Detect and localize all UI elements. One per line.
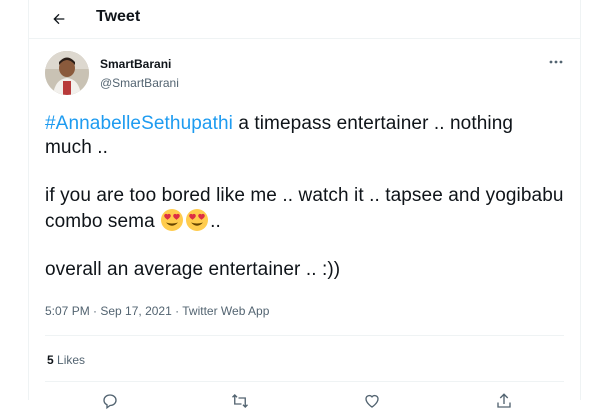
action-bar [45, 392, 564, 412]
author-handle[interactable]: @SmartBarani [100, 76, 179, 90]
heart-eyes-emoji-icon [186, 209, 209, 231]
likes-link[interactable]: 5 Likes [47, 353, 85, 367]
tweet-paragraph-3: overall an average entertainer .. :)) [45, 258, 565, 282]
back-button[interactable] [47, 7, 71, 31]
heart-eyes-emoji-icon [161, 209, 184, 231]
arrow-left-icon [53, 13, 65, 25]
author-name[interactable]: SmartBarani [100, 57, 171, 71]
share-icon [497, 393, 511, 408]
tweet-time[interactable]: 5:07 PM [45, 304, 90, 318]
avatar[interactable] [45, 51, 89, 95]
reply-icon [103, 394, 117, 410]
tweet-column: Tweet SmartBarani @SmartBarani #Annabell… [28, 0, 581, 410]
tweet-meta: 5:07 PM · Sep 17, 2021 · Twitter Web App [45, 304, 269, 318]
divider [45, 335, 564, 336]
tweet-paragraph-2: if you are too bored like me .. watch it… [45, 184, 565, 234]
reply-button[interactable] [101, 392, 123, 414]
tweet-source[interactable]: Twitter Web App [182, 304, 269, 318]
divider [45, 381, 564, 382]
meta-separator: · [171, 304, 183, 318]
page-title: Tweet [96, 8, 141, 25]
retweet-icon [232, 394, 248, 408]
tweet-header: Tweet [29, 0, 580, 39]
retweet-button[interactable] [231, 392, 253, 414]
likes-label: Likes [57, 353, 86, 367]
heart-icon [365, 394, 379, 408]
tweet-line2-end: .. [210, 211, 221, 232]
tweet-date[interactable]: Sep 17, 2021 [100, 304, 171, 318]
likes-count: 5 [47, 353, 54, 367]
tweet-line3-text: overall an average entertainer .. :)) [45, 259, 341, 280]
avatar-image [45, 51, 89, 95]
hashtag-link[interactable]: #AnnabelleSethupathi [45, 113, 233, 134]
tweet-paragraph-1: #AnnabelleSethupathi a timepass entertai… [45, 112, 565, 160]
meta-separator: · [89, 304, 101, 318]
more-horizontal-icon [549, 60, 563, 64]
share-button[interactable] [495, 392, 517, 414]
tweet-text: #AnnabelleSethupathi a timepass entertai… [45, 112, 565, 282]
tweet-line2-text: if you are too bored like me .. watch it… [45, 185, 564, 232]
more-options-button[interactable] [548, 56, 564, 68]
like-button[interactable] [363, 392, 385, 414]
